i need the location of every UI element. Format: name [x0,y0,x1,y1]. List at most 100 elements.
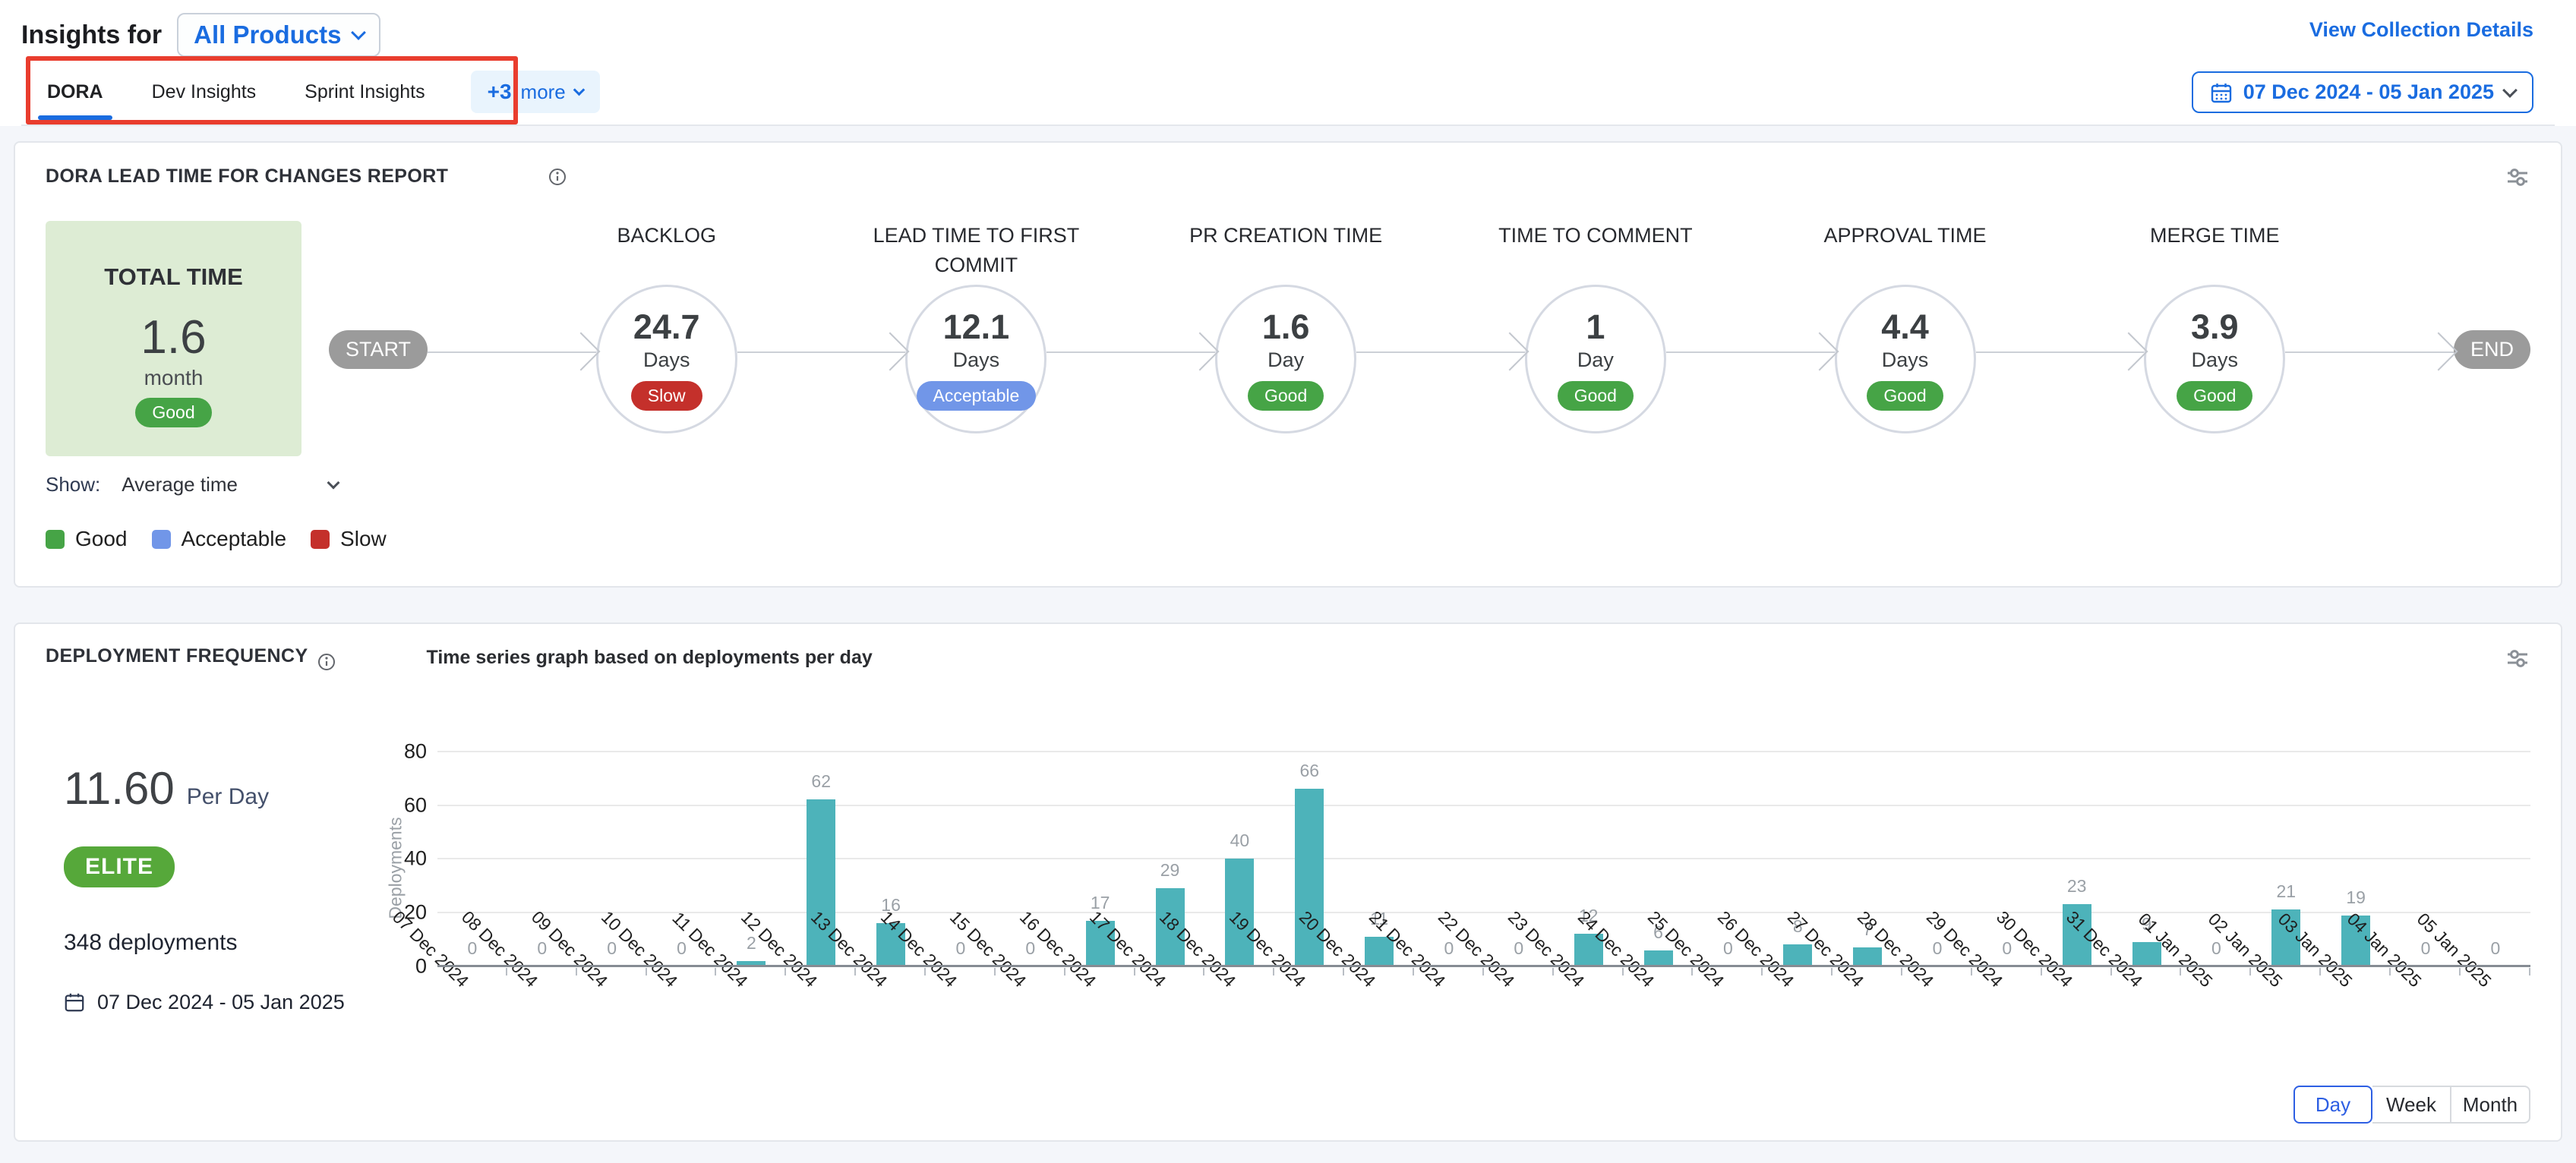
stage-status-badge: Good [1248,381,1324,411]
stage-status-badge: Good [2177,381,2252,411]
stage-circle: 4.4DaysGood [1835,285,1976,433]
flow-arrow [428,351,596,353]
bar-value-label: 0 [1723,938,1733,959]
chevron-down-icon [573,84,586,96]
lead-time-card-title: DORA LEAD TIME FOR CHANGES REPORT [46,165,448,188]
y-tick-label: 80 [404,739,427,763]
deployment-rate-unit: Per Day [187,784,269,810]
total-time-status-badge: Good [135,398,211,427]
stage-unit: Days [1882,348,1929,372]
stage-merge-time[interactable]: MERGE TIME3.9DaysGood [2144,221,2285,433]
stage-time-to-comment[interactable]: TIME TO COMMENT1DayGood [1525,221,1666,433]
flow-arrow [2285,351,2454,353]
deployment-frequency-card: DEPLOYMENT FREQUENCY Time series graph b… [14,622,2562,1142]
deployment-bar[interactable] [1853,947,1882,966]
more-tabs-label: more [521,80,566,104]
stage-name: PR CREATION TIME [1160,221,1411,285]
stage-unit: Days [953,348,1000,372]
info-icon[interactable] [548,168,567,186]
deployment-rate-value: 11.60 [64,762,175,815]
date-range-picker[interactable]: 07 Dec 2024 - 05 Jan 2025 [2192,71,2533,113]
tab-sprint-insights[interactable]: Sprint Insights [301,66,428,118]
product-selector-dropdown[interactable]: All Products [177,13,380,57]
legend-swatch [46,530,65,549]
lead-time-flow: STARTBACKLOG24.7DaysSlowLEAD TIME TO FIR… [329,221,2530,433]
stage-name: MERGE TIME [2089,221,2340,285]
stage-lead-time-to-first-commit[interactable]: LEAD TIME TO FIRST COMMIT12.1DaysAccepta… [905,221,1046,433]
bar-value-label: 0 [2490,938,2500,959]
info-icon[interactable] [317,653,336,671]
legend-item-good: Good [46,527,128,551]
stage-approval-time[interactable]: APPROVAL TIME4.4DaysGood [1835,221,1976,433]
stage-value: 1.6 [1262,307,1310,347]
granularity-week-button[interactable]: Week [2372,1086,2451,1124]
chart-subtitle: Time series graph based on deployments p… [427,647,873,669]
stage-name: BACKLOG [541,221,792,285]
bar-value-label: 23 [2067,876,2087,897]
stage-circle: 1.6DayGood [1215,285,1356,433]
tab-dev-insights[interactable]: Dev Insights [149,66,260,118]
stage-name: APPROVAL TIME [1780,221,2031,285]
bar-value-label: 40 [1230,830,1250,851]
show-metric-dropdown[interactable]: Show: Average time [46,473,2530,496]
more-tabs-dropdown[interactable]: +3 more [471,71,600,113]
tab-dora[interactable]: DORA [44,66,106,118]
granularity-month-button[interactable]: Month [2451,1086,2530,1124]
stage-value: 3.9 [2191,307,2239,347]
view-collection-details-link[interactable]: View Collection Details [2309,18,2533,42]
bar-value-label: 0 [2002,938,2012,959]
bar-value-label: 0 [468,938,478,959]
stage-pr-creation-time[interactable]: PR CREATION TIME1.6DayGood [1215,221,1356,433]
page-title: Insights for [21,20,162,50]
stage-unit: Day [1577,348,1614,372]
widget-settings-icon[interactable] [2505,165,2530,188]
flow-arrow [1356,351,1525,353]
deployment-bar[interactable] [1644,950,1673,966]
flow-arrow [1046,351,1215,353]
stage-name: LEAD TIME TO FIRST COMMIT [851,221,1101,285]
stage-backlog[interactable]: BACKLOG24.7DaysSlow [596,221,737,433]
deployment-date-range: 07 Dec 2024 - 05 Jan 2025 [97,991,345,1014]
deployment-bar[interactable] [1783,944,1812,966]
stage-circle: 12.1DaysAcceptable [905,285,1046,433]
calendar-icon [2210,81,2233,104]
stage-status-badge: Good [1867,381,1943,411]
x-axis-baseline [437,965,2530,967]
legend-label: Good [75,527,128,551]
legend-item-slow: Slow [311,527,387,551]
chevron-down-icon [2502,83,2518,98]
deployments-bar-chart: Deployments 020406080 007 Dec 2024008 De… [365,752,2530,1014]
deployment-card-title: DEPLOYMENT FREQUENCY [46,645,308,667]
granularity-day-button[interactable]: Day [2293,1086,2372,1124]
widget-settings-icon[interactable] [2505,647,2530,670]
chevron-down-icon [352,25,367,40]
stage-status-badge: Slow [631,381,702,411]
bar-value-label: 0 [537,938,547,959]
stage-name: TIME TO COMMENT [1470,221,1721,285]
bar-value-label: 0 [1444,938,1454,959]
granularity-toggle: DayWeekMonth [2293,1086,2530,1124]
bar-value-label: 66 [1299,761,1319,781]
total-deployments-count: 348 deployments [64,930,349,956]
bar-slot[interactable]: 005 Jan 2025 [2461,752,2530,966]
show-label: Show: [46,473,100,496]
y-tick-label: 60 [404,793,427,817]
legend-label: Slow [340,527,387,551]
product-selector-value: All Products [194,20,341,49]
stage-unit: Days [643,348,690,372]
stage-value: 1 [1586,307,1605,347]
tabs-list: DORA Dev Insights Sprint Insights [44,66,471,118]
stage-value: 12.1 [943,307,1010,347]
stage-circle: 24.7Days Slow [596,285,737,433]
bar-value-label: 62 [811,771,831,792]
bar-value-label: 0 [2211,938,2221,959]
date-range-value: 07 Dec 2024 - 05 Jan 2025 [2243,80,2494,104]
bar-value-label: 0 [607,938,617,959]
deployment-stats-panel: 11.60 Per Day ELITE 348 deployments 07 D… [46,679,349,1014]
stage-circle: 1DayGood [1525,285,1666,433]
bar-value-label: 0 [1933,938,1943,959]
start-pill: START [329,330,428,369]
stage-circle: 3.9DaysGood [2144,285,2285,433]
stage-value: 24.7 [633,307,700,347]
flow-arrow [1976,351,2145,353]
